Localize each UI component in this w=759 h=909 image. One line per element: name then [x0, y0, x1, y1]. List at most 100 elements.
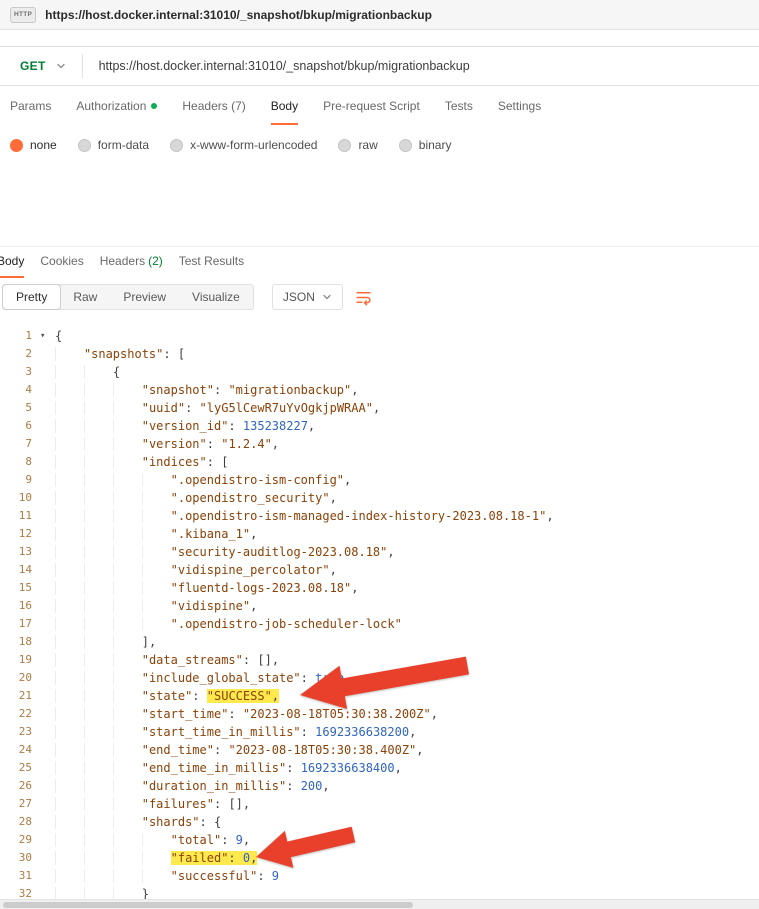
line-number: 24: [0, 741, 55, 759]
titlebar: HTTP https://host.docker.internal:31010/…: [0, 0, 759, 30]
code-line: 9 ".opendistro-ism-config",: [0, 471, 759, 489]
postman-request-window: HTTP https://host.docker.internal:31010/…: [0, 0, 759, 909]
request-tab-body[interactable]: Body: [271, 99, 298, 125]
tab-count: (2): [148, 254, 163, 268]
code-line: 21 "state": "SUCCESS",: [0, 687, 759, 705]
line-number: 2: [0, 345, 55, 363]
line-content: "shards": {: [55, 813, 221, 831]
line-content: "indices": [: [55, 453, 228, 471]
code-line: 22 "start_time": "2023-08-18T05:30:38.20…: [0, 705, 759, 723]
response-tab-headers[interactable]: Headers(2): [100, 254, 163, 278]
auth-status-dot-icon: [151, 103, 157, 109]
wrap-text-icon[interactable]: [355, 289, 372, 306]
radio-icon: [170, 139, 183, 152]
code-line: 5 "uuid": "lyG5lCewR7uYvOgkjpWRAA",: [0, 399, 759, 417]
radio-icon: [10, 139, 23, 152]
code-line: 13 "security-auditlog-2023.08.18",: [0, 543, 759, 561]
response-section: Body Cookies Headers(2) Test Results Pretty…: [0, 246, 759, 909]
tab-label: Authorization: [76, 99, 146, 113]
scrollbar-thumb[interactable]: [3, 902, 413, 908]
format-select[interactable]: JSON: [272, 284, 343, 310]
code-line: 10 ".opendistro_security",: [0, 489, 759, 507]
line-content: "version_id": 135238227,: [55, 417, 315, 435]
code-line: 17 ".opendistro-job-scheduler-lock": [0, 615, 759, 633]
tab-label: Tests: [445, 99, 473, 113]
line-number: 15: [0, 579, 55, 597]
line-number: 29: [0, 831, 55, 849]
line-number: 1: [0, 327, 55, 345]
view-visualize[interactable]: Visualize: [179, 285, 253, 309]
horizontal-scrollbar[interactable]: [0, 899, 759, 909]
radio-icon: [399, 139, 412, 152]
request-tab-params[interactable]: Params: [10, 99, 51, 125]
request-tab-settings[interactable]: Settings: [498, 99, 541, 125]
url-input[interactable]: https://host.docker.internal:31010/_snap…: [83, 59, 470, 73]
request-tabs: Params Authorization Headers (7) Body Pre-re…: [10, 99, 759, 125]
response-tab-cookies[interactable]: Cookies: [40, 254, 83, 278]
format-label: JSON: [283, 290, 315, 304]
line-content: ".opendistro-job-scheduler-lock": [55, 615, 402, 633]
method-select[interactable]: GET: [0, 47, 82, 85]
fold-toggle-icon[interactable]: ▾: [40, 330, 45, 342]
line-number: 13: [0, 543, 55, 561]
line-number: 17: [0, 615, 55, 633]
code-line: 8 "indices": [: [0, 453, 759, 471]
response-body-editor[interactable]: ▾ 1{2 "snapshots": [3 {4 "snapshot": "mi…: [0, 327, 759, 899]
line-content: "data_streams": [],: [55, 651, 279, 669]
body-mode-none[interactable]: none: [10, 138, 57, 152]
line-number: 5: [0, 399, 55, 417]
tab-label: Headers (7): [182, 99, 245, 113]
response-tab-test-results[interactable]: Test Results: [179, 254, 244, 278]
line-content: "fluentd-logs-2023.08.18",: [55, 579, 358, 597]
request-tab-pre-request-script[interactable]: Pre-request Script: [323, 99, 420, 125]
code-line: 7 "version": "1.2.4",: [0, 435, 759, 453]
tab-label: Body: [0, 254, 24, 268]
mode-label: none: [30, 138, 57, 152]
code-line: 23 "start_time_in_millis": 1692336638200…: [0, 723, 759, 741]
tab-label: Headers: [100, 254, 145, 268]
code-line: 27 "failures": [],: [0, 795, 759, 813]
line-content: "end_time": "2023-08-18T05:30:38.400Z",: [55, 741, 424, 759]
line-content: {: [55, 363, 120, 381]
line-number: 20: [0, 669, 55, 687]
chevron-down-icon: [322, 292, 332, 302]
line-content: "start_time": "2023-08-18T05:30:38.200Z"…: [55, 705, 438, 723]
code-line: 14 "vidispine_percolator",: [0, 561, 759, 579]
code-line: 18 ],: [0, 633, 759, 651]
code-line: 20 "include_global_state": true,: [0, 669, 759, 687]
body-mode-x-www-form-urlencoded[interactable]: x-www-form-urlencoded: [170, 138, 317, 152]
line-number: 18: [0, 633, 55, 651]
body-mode-form-data[interactable]: form-data: [78, 138, 149, 152]
radio-icon: [78, 139, 91, 152]
code-line: 11 ".opendistro-ism-managed-index-histor…: [0, 507, 759, 525]
line-number: 32: [0, 885, 55, 899]
tab-label: Cookies: [40, 254, 83, 268]
mode-label: form-data: [98, 138, 149, 152]
line-content: ".opendistro_security",: [55, 489, 337, 507]
code-line: 4 "snapshot": "migrationbackup",: [0, 381, 759, 399]
code-line: 16 "vidispine",: [0, 597, 759, 615]
request-tab-authorization[interactable]: Authorization: [76, 99, 157, 125]
mode-label: binary: [419, 138, 452, 152]
code-line: 28 "shards": {: [0, 813, 759, 831]
line-content: "snapshots": [: [55, 345, 185, 363]
line-number: 27: [0, 795, 55, 813]
code-line: 6 "version_id": 135238227,: [0, 417, 759, 435]
code-line: 32 }: [0, 885, 759, 899]
request-tab-headers-7[interactable]: Headers (7): [182, 99, 245, 125]
line-content: "vidispine_percolator",: [55, 561, 337, 579]
view-raw[interactable]: Raw: [60, 285, 110, 309]
line-number: 3: [0, 363, 55, 381]
line-number: 6: [0, 417, 55, 435]
view-preview[interactable]: Preview: [110, 285, 179, 309]
request-tab-tests[interactable]: Tests: [445, 99, 473, 125]
tab-label: Test Results: [179, 254, 244, 268]
tab-label: Body: [271, 99, 298, 113]
view-pretty[interactable]: Pretty: [3, 285, 60, 309]
line-content: "duration_in_millis": 200,: [55, 777, 330, 795]
response-tab-body[interactable]: Body: [0, 254, 24, 278]
line-number: 4: [0, 381, 55, 399]
body-mode-raw[interactable]: raw: [338, 138, 377, 152]
body-mode-binary[interactable]: binary: [399, 138, 452, 152]
line-content: "version": "1.2.4",: [55, 435, 279, 453]
